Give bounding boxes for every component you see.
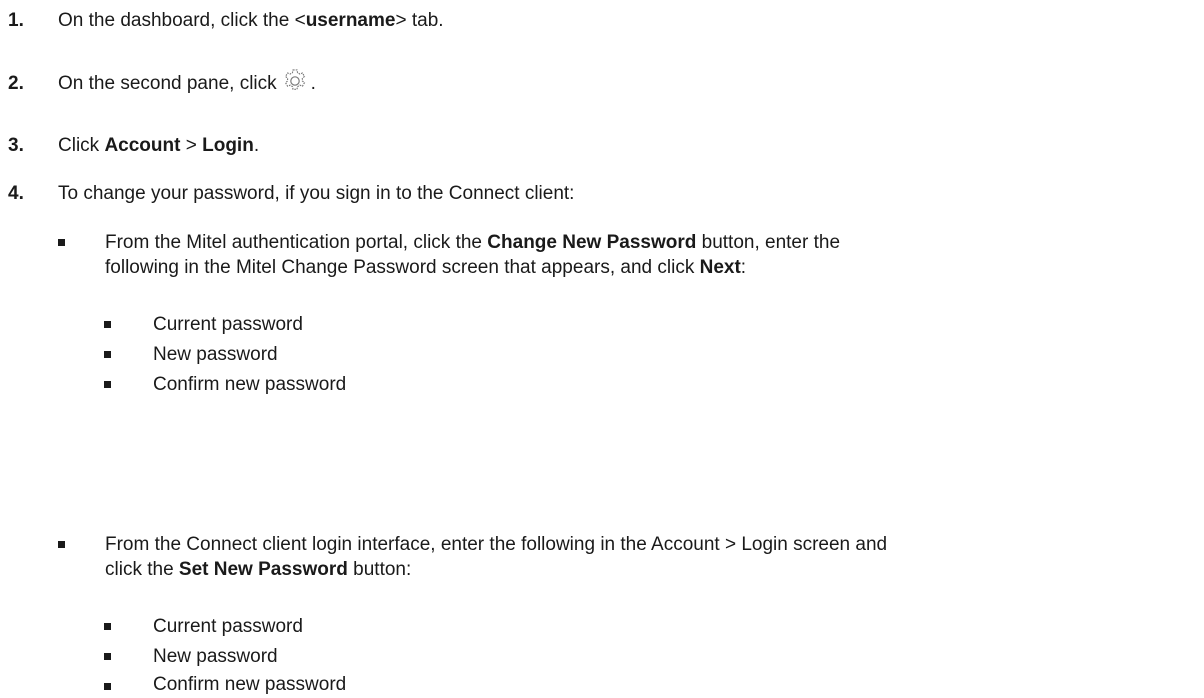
option-text: button: (347, 559, 412, 580)
step-number: 1. (8, 10, 24, 31)
step-number: 3. (8, 135, 24, 156)
step-text: To change your password, if you sign in … (58, 183, 575, 204)
step-text-pre: Click (58, 135, 105, 156)
step-number: 2. (8, 73, 24, 94)
option-portal-line-1: From the Mitel authentication portal, cl… (105, 232, 840, 254)
step-text-mid: > (180, 135, 203, 156)
step-text-post: . (310, 73, 316, 95)
square-bullet-icon (104, 351, 111, 358)
square-bullet-icon (104, 381, 111, 388)
option-client-line-1: From the Connect client login interface,… (105, 534, 888, 555)
list-item: New password (153, 344, 278, 365)
square-bullet-icon (104, 683, 111, 690)
set-new-password-button-name: Set New Password (178, 559, 348, 580)
step-text-post: . (253, 135, 260, 156)
change-new-password-button-name: Change New Password (487, 232, 697, 253)
option-text: following in the Mitel Change Password s… (105, 257, 700, 278)
square-bullet-icon (104, 653, 111, 660)
option-text: From the Mitel authentication portal, cl… (105, 232, 488, 253)
list-item: Current password (153, 314, 303, 335)
list-item: Confirm new password (153, 374, 347, 395)
option-client-line-2: click the Set New Password button: (105, 559, 411, 581)
option-text: click the (105, 559, 179, 580)
gear-icon (284, 69, 305, 90)
step-text: On the second pane, click . (58, 69, 316, 95)
next-button-name: Next (699, 257, 741, 278)
square-bullet-icon (104, 623, 111, 630)
login-menu-name: Login (202, 135, 254, 156)
list-item: Current password (153, 616, 303, 637)
step-text-pre: On the dashboard, click the < (58, 10, 306, 31)
username-placeholder: username (305, 10, 396, 31)
option-text: : (740, 257, 747, 278)
list-item: New password (153, 646, 278, 667)
square-bullet-icon (58, 239, 65, 246)
option-portal-line-2: following in the Mitel Change Password s… (105, 257, 746, 279)
step-text-pre: On the second pane, click (58, 73, 277, 95)
step-text: On the dashboard, click the <username> t… (58, 10, 444, 32)
option-text: button, enter the (696, 232, 841, 253)
square-bullet-icon (104, 321, 111, 328)
account-menu-name: Account (104, 135, 181, 156)
step-text-post: > tab. (395, 10, 444, 31)
list-item: Confirm new password (153, 674, 347, 695)
step-number: 4. (8, 183, 24, 204)
step-text: Click Account > Login. (58, 135, 259, 157)
square-bullet-icon (58, 541, 65, 548)
